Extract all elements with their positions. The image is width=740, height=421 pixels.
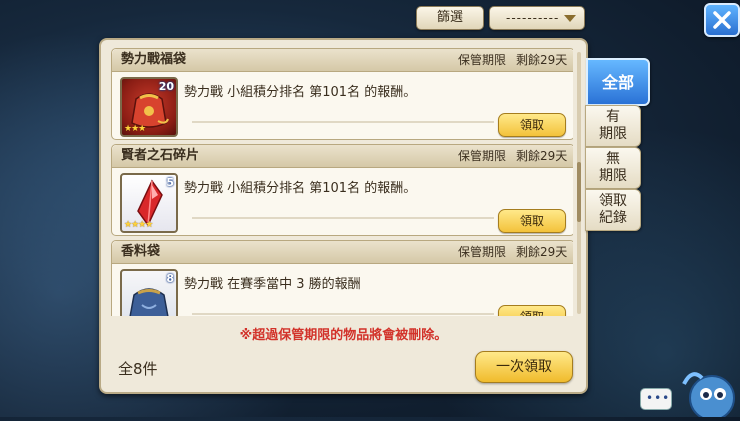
expiry-label: 保管期限: [458, 149, 507, 163]
tab-limited[interactable]: 有 期限: [585, 105, 641, 147]
total-count: 全8件: [118, 360, 158, 378]
item-description: 勢力戰 小組積分排名 第101名 的報酬。: [184, 181, 417, 196]
tab-unlimited[interactable]: 無 期限: [585, 147, 641, 189]
item-count: 5: [166, 176, 174, 189]
expiry-label: 保管期限: [458, 245, 507, 259]
close-button[interactable]: [704, 3, 740, 37]
days-left: 剩餘29天: [516, 53, 568, 67]
filter-dropdown[interactable]: ----------: [489, 6, 585, 30]
claim-button[interactable]: 領取: [498, 209, 566, 233]
claim-all-button[interactable]: 一次領取: [475, 351, 573, 383]
item-title: 香料袋: [121, 244, 161, 259]
item-title: 勢力戰福袋: [121, 52, 187, 67]
item-description: 勢力戰 在賽季當中 3 勝的報酬: [184, 277, 361, 292]
claim-button[interactable]: 領取: [498, 113, 566, 137]
days-left: 剩餘29天: [516, 245, 568, 259]
red-crystal-shard-icon: 5 ★★★★: [120, 173, 178, 233]
rarity-stars: ★★★: [124, 124, 146, 134]
mascot-icon[interactable]: [678, 364, 740, 421]
list-item: 勢力戰福袋 保管期限 剩餘29天 20 ★★★ 勢力戰 小組積分排名 第101名…: [111, 48, 573, 140]
divider: [192, 313, 494, 315]
spice-pouch-icon: 8 ★★★★: [120, 269, 178, 316]
chat-button[interactable]: •••: [640, 388, 672, 410]
item-count: 20: [158, 80, 174, 93]
inventory-panel: 勢力戰福袋 保管期限 剩餘29天 20 ★★★ 勢力戰 小組積分排名 第101名…: [99, 38, 588, 394]
close-icon: [713, 11, 731, 29]
tab-all[interactable]: 全部: [586, 58, 650, 106]
chevron-down-icon: [564, 15, 576, 22]
scrollbar[interactable]: [577, 52, 581, 314]
divider: [192, 121, 494, 123]
rarity-stars: ★★★★: [124, 220, 153, 230]
card-header: 香料袋 保管期限 剩餘29天: [112, 241, 573, 264]
days-left: 剩餘29天: [516, 149, 568, 163]
list-item: 香料袋 保管期限 剩餘29天 8 ★★★★ 勢力戰 在賽季當中 3 勝的報酬 領…: [111, 240, 573, 316]
divider: [192, 217, 494, 219]
card-header: 賢者之石碎片 保管期限 剩餘29天: [112, 145, 573, 168]
filter-button[interactable]: 篩選: [416, 6, 484, 30]
dropdown-value: ----------: [506, 11, 560, 25]
item-description: 勢力戰 小組積分排名 第101名 的報酬。: [184, 85, 417, 100]
claim-button[interactable]: 領取: [498, 305, 566, 316]
expiry-label: 保管期限: [458, 53, 507, 67]
item-title: 賢者之石碎片: [121, 148, 200, 163]
card-header: 勢力戰福袋 保管期限 剩餘29天: [112, 49, 573, 72]
chat-bubble-icon: •••: [646, 391, 671, 405]
tab-claim-history[interactable]: 領取 紀錄: [585, 189, 641, 231]
red-lucky-bag-icon: 20 ★★★: [120, 77, 178, 137]
scrollbar-thumb[interactable]: [577, 162, 581, 222]
item-count: 8: [166, 272, 174, 285]
list-item: 賢者之石碎片 保管期限 剩餘29天 5 ★★★★ 勢力戰 小組積分排名 第101…: [111, 144, 573, 236]
warning-text: ※超過保管期限的物品將會被刪除。: [239, 328, 448, 343]
item-list: 勢力戰福袋 保管期限 剩餘29天 20 ★★★ 勢力戰 小組積分排名 第101名…: [111, 48, 573, 316]
